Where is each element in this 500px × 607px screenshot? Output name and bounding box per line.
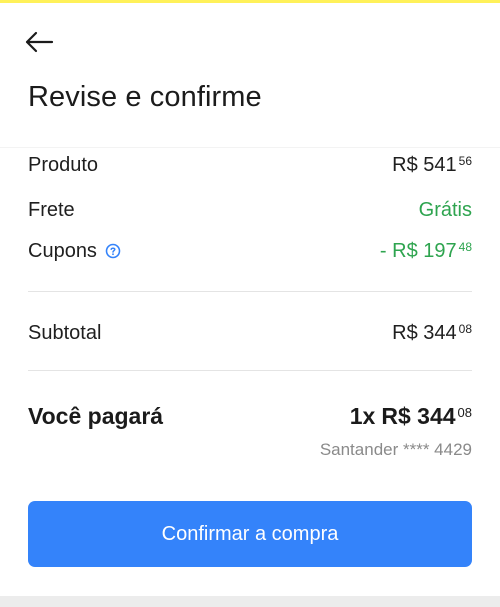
row-produto: Produto R$ 541 56 [28,150,472,180]
cupons-prefix: - R$ [379,239,418,262]
summary-divider [28,291,472,292]
row-frete: Frete Grátis [28,195,472,225]
help-circle-icon[interactable] [105,243,121,259]
frete-value: Grátis [418,198,472,221]
bottom-strip [0,596,500,607]
header-divider [0,147,500,148]
produto-cents: 56 [458,153,472,168]
produto-currency: R$ [392,153,418,176]
frete-label: Frete [28,198,75,221]
total-label: Você pagará [28,403,164,429]
cupons-label: Cupons [28,239,97,262]
produto-integer: 541 [423,153,457,176]
page-title: Revise e confirme [28,81,262,113]
cupons-discount: - R$ 197 48 [380,240,472,263]
produto-label: Produto [28,153,99,176]
produto-price: R$ 541 56 [392,154,472,177]
cupons-label-group: Cupons [28,240,121,263]
total-quantity: 1x [349,403,376,429]
confirm-purchase-label: Confirmar a compra [161,522,339,545]
cupons-integer: 197 [423,239,457,262]
back-button[interactable] [18,21,60,63]
subtotal-cents: 08 [458,321,472,336]
total-value: 1x R$ 344 08 [350,403,472,430]
subtotal-currency: R$ [392,321,418,344]
subtotal-price: R$ 344 08 [392,322,472,345]
row-subtotal: Subtotal R$ 344 08 [28,318,472,348]
total-integer: 344 [417,403,456,429]
total-currency: R$ [381,403,411,429]
subtotal-integer: 344 [423,321,457,344]
payment-method: Santander **** 4429 [319,440,472,459]
checkout-review-screen: Revise e confirme Produto R$ 541 56 Frete… [0,3,500,596]
row-cupons: Cupons - R$ 197 48 [28,236,472,266]
subtotal-label: Subtotal [28,321,102,344]
cupons-cents: 48 [458,239,472,254]
subtotal-divider [28,370,472,371]
arrow-left-icon [25,31,54,53]
confirm-purchase-button[interactable]: Confirmar a compra [28,501,472,567]
total-cents: 08 [457,405,472,420]
